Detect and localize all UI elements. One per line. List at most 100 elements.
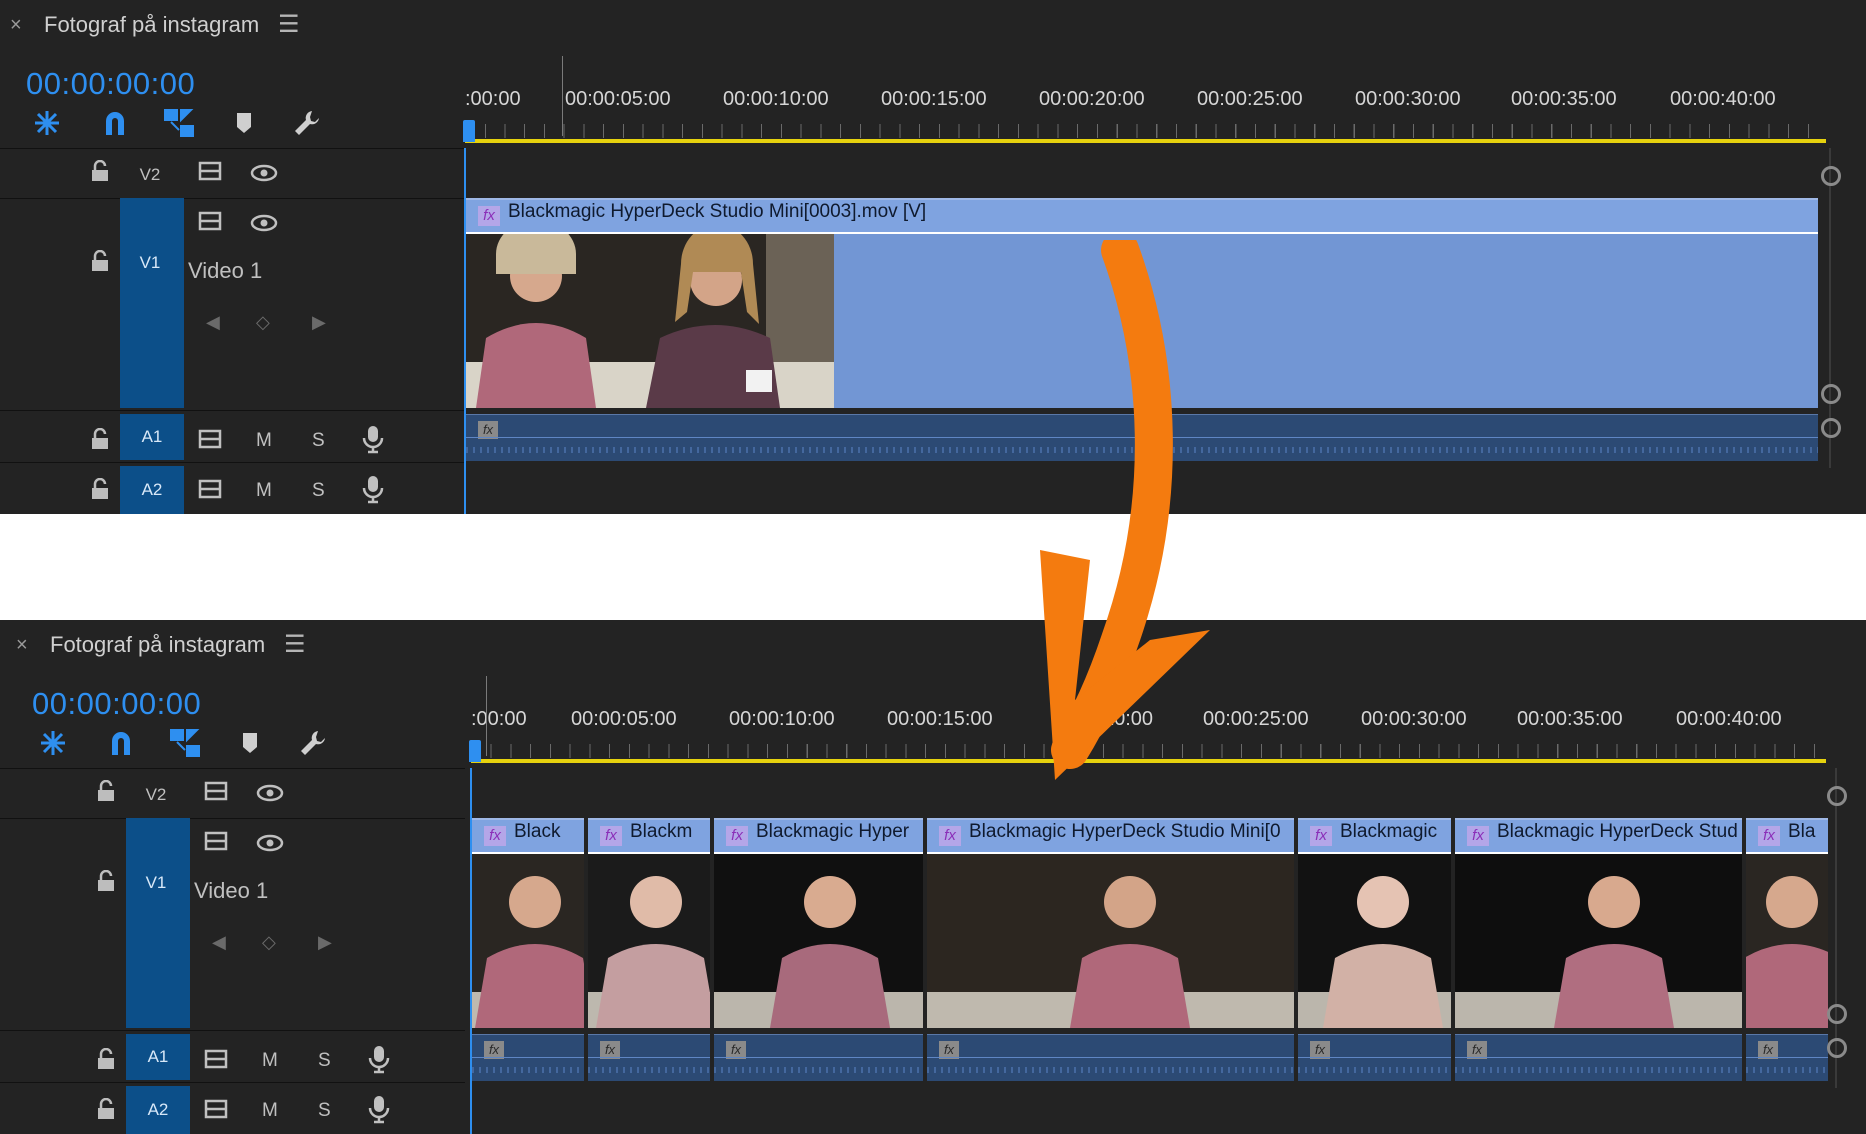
add-keyframe-icon[interactable]: ◇ (256, 312, 270, 333)
playhead-timecode[interactable]: 00:00:00:00 (32, 686, 201, 722)
zoom-handle-icon[interactable] (1821, 384, 1841, 404)
lock-track-icon[interactable] (96, 780, 116, 802)
voice-over-record-mic-icon[interactable] (362, 424, 384, 454)
track-name-video-1[interactable]: Video 1 (194, 878, 268, 904)
voice-over-record-mic-icon[interactable] (368, 1044, 390, 1074)
previous-keyframe-icon[interactable]: ◀ (212, 932, 226, 953)
timeline-settings-wrench-icon[interactable] (294, 724, 332, 762)
track-target-v1[interactable] (120, 198, 184, 408)
track-label-v2[interactable]: V2 (124, 782, 188, 808)
mute-track-button[interactable]: M (262, 1050, 278, 1072)
nest-sequence-icon[interactable] (28, 104, 66, 142)
sync-lock-icon[interactable] (198, 210, 224, 232)
video-clip[interactable]: fx Black (472, 818, 584, 1028)
solo-track-button[interactable]: S (318, 1100, 331, 1122)
zoom-handle-icon[interactable] (1821, 418, 1841, 438)
voice-over-record-mic-icon[interactable] (362, 474, 384, 504)
linked-selection-icon[interactable] (166, 724, 204, 762)
panel-header: × Fotograf på instagram ☰ (0, 620, 1866, 672)
audio-clip[interactable]: fx (714, 1034, 923, 1081)
track-label-a1[interactable]: A1 (126, 1034, 190, 1080)
audio-clip[interactable]: fx (927, 1034, 1294, 1081)
ruler-marker-line (486, 676, 487, 756)
panel-menu-icon[interactable]: ☰ (278, 10, 300, 39)
snap-magnet-icon[interactable] (96, 104, 134, 142)
next-keyframe-icon[interactable]: ▶ (318, 932, 332, 953)
lock-track-icon[interactable] (90, 160, 110, 182)
sync-lock-icon[interactable] (198, 160, 224, 182)
track-label-a2[interactable]: A2 (120, 466, 184, 514)
annotation-arrow (1040, 240, 1210, 780)
playhead-handle[interactable] (469, 740, 481, 762)
zoom-handle-icon[interactable] (1821, 166, 1841, 186)
track-label-a1[interactable]: A1 (120, 414, 184, 460)
solo-track-button[interactable]: S (312, 430, 325, 452)
add-marker-icon[interactable] (231, 724, 269, 762)
zoom-handle-icon[interactable] (1827, 1004, 1847, 1024)
playhead-timecode[interactable]: 00:00:00:00 (26, 66, 195, 102)
timeline-toolbar (20, 104, 360, 144)
sync-lock-icon[interactable] (204, 1098, 230, 1120)
audio-clip[interactable]: fx (472, 1034, 584, 1081)
video-clip[interactable]: fx Bla (1746, 818, 1828, 1028)
toggle-track-output-eye-icon[interactable] (256, 834, 284, 852)
mute-track-button[interactable]: M (262, 1100, 278, 1122)
panel-menu-icon[interactable]: ☰ (284, 630, 306, 659)
sync-lock-icon[interactable] (204, 1048, 230, 1070)
lock-track-icon[interactable] (90, 478, 110, 500)
add-keyframe-icon[interactable]: ◇ (262, 932, 276, 953)
track-label-a2[interactable]: A2 (126, 1086, 190, 1134)
work-area-bar[interactable] (465, 139, 1826, 143)
sequence-tab-title[interactable]: Fotograf på instagram (44, 12, 259, 38)
audio-clip[interactable]: fx (1298, 1034, 1451, 1081)
next-keyframe-icon[interactable]: ▶ (312, 312, 326, 333)
mute-track-button[interactable]: M (256, 430, 272, 452)
snap-magnet-icon[interactable] (102, 724, 140, 762)
video-clip[interactable]: fx Blackmagic HyperDeck Studio Mini[0 (927, 818, 1294, 1028)
audio-clip[interactable]: fx (1746, 1034, 1828, 1081)
lock-track-icon[interactable] (96, 1098, 116, 1120)
voice-over-record-mic-icon[interactable] (368, 1094, 390, 1124)
solo-track-button[interactable]: S (318, 1050, 331, 1072)
sync-lock-icon[interactable] (204, 830, 230, 852)
lock-track-icon[interactable] (90, 428, 110, 450)
zoom-handle-icon[interactable] (1827, 786, 1847, 806)
fx-badge-icon: fx (484, 826, 506, 846)
toggle-track-output-eye-icon[interactable] (250, 214, 278, 232)
previous-keyframe-icon[interactable]: ◀ (206, 312, 220, 333)
video-clip[interactable]: fx Blackm (588, 818, 710, 1028)
track-target-v1[interactable] (126, 818, 190, 1028)
video-clip[interactable]: fx Blackmagic (1298, 818, 1451, 1028)
time-ruler[interactable]: :00:00 00:00:05:00 00:00:10:00 00:00:15:… (463, 56, 1826, 146)
close-icon[interactable]: × (10, 14, 22, 37)
video-clip[interactable]: fx Blackmagic Hyper (714, 818, 923, 1028)
track-label-v2[interactable]: V2 (118, 162, 182, 188)
mute-track-button[interactable]: M (256, 480, 272, 502)
toggle-track-output-eye-icon[interactable] (250, 164, 278, 182)
sync-lock-icon[interactable] (198, 428, 224, 450)
video-clip[interactable]: fx Blackmagic HyperDeck Stud (1455, 818, 1742, 1028)
sequence-tab-title[interactable]: Fotograf på instagram (50, 632, 265, 658)
audio-clip[interactable]: fx (1455, 1034, 1742, 1081)
add-marker-icon[interactable] (225, 104, 263, 142)
linked-selection-icon[interactable] (160, 104, 198, 142)
clip-header: fx Bla (1746, 820, 1828, 854)
lock-track-icon[interactable] (90, 250, 110, 272)
ruler-label: 00:00:15:00 (881, 88, 987, 110)
solo-track-button[interactable]: S (312, 480, 325, 502)
lock-track-icon[interactable] (96, 870, 116, 892)
toggle-track-output-eye-icon[interactable] (256, 784, 284, 802)
timeline-settings-wrench-icon[interactable] (288, 104, 326, 142)
nest-sequence-icon[interactable] (34, 724, 72, 762)
lock-track-icon[interactable] (96, 1048, 116, 1070)
track-name-video-1[interactable]: Video 1 (188, 258, 262, 284)
sync-lock-icon[interactable] (198, 478, 224, 500)
zoom-handle-icon[interactable] (1827, 1038, 1847, 1058)
track-label-v1[interactable]: V1 (124, 870, 188, 896)
audio-clip[interactable]: fx (588, 1034, 710, 1081)
close-icon[interactable]: × (16, 634, 28, 657)
track-label-v1[interactable]: V1 (118, 250, 182, 276)
playhead-handle[interactable] (463, 120, 475, 142)
clip-header: fx Blackmagic Hyper (714, 820, 923, 854)
sync-lock-icon[interactable] (204, 780, 230, 802)
